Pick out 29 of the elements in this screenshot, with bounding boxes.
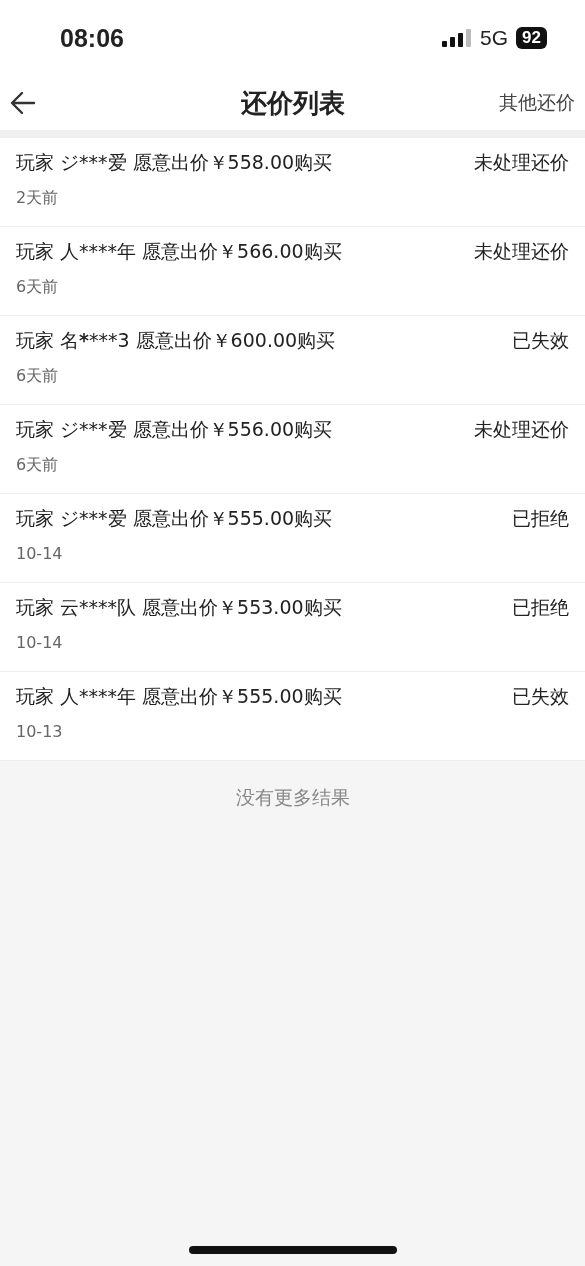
offer-time: 10-14 [16, 544, 63, 563]
signal-icon [442, 29, 473, 47]
offer-time: 10-13 [16, 722, 63, 741]
offer-status: 未处理还价 [474, 417, 569, 442]
offer-text: 玩家 ジ***爱 愿意出价￥555.00购买 [16, 506, 333, 531]
offer-time: 6天前 [16, 455, 59, 476]
offer-status: 已拒绝 [512, 506, 569, 531]
offer-status: 未处理还价 [474, 150, 569, 175]
offer-status: 已拒绝 [512, 595, 569, 620]
network-label: 5G [480, 26, 509, 50]
other-offers-link[interactable]: 其他还价 [499, 90, 575, 116]
page-title: 还价列表 [240, 86, 345, 120]
offer-status: 已失效 [512, 328, 569, 353]
offer-time: 6天前 [16, 366, 59, 387]
battery-level: 92 [516, 27, 547, 49]
offer-text: 玩家 人****年 愿意出价￥555.00购买 [16, 684, 342, 709]
offer-text: 玩家 名****3 愿意出价￥600.00购买 [16, 328, 336, 353]
offer-status: 已失效 [512, 684, 569, 709]
offer-text: 玩家 ジ***爱 愿意出价￥558.00购买 [16, 150, 333, 175]
offer-time: 6天前 [16, 277, 59, 298]
offer-text: 玩家 人****年 愿意出价￥566.00购买 [16, 239, 342, 264]
offer-time: 10-14 [16, 633, 63, 652]
offer-text: 玩家 ジ***爱 愿意出价￥556.00购买 [16, 417, 333, 442]
status-time: 08:06 [60, 23, 124, 53]
offer-status: 未处理还价 [474, 239, 569, 264]
no-more-results: 没有更多结果 [235, 785, 350, 810]
offer-time: 2天前 [16, 188, 59, 209]
back-icon[interactable] [10, 91, 36, 115]
offer-text: 玩家 云****队 愿意出价￥553.00购买 [16, 595, 342, 620]
